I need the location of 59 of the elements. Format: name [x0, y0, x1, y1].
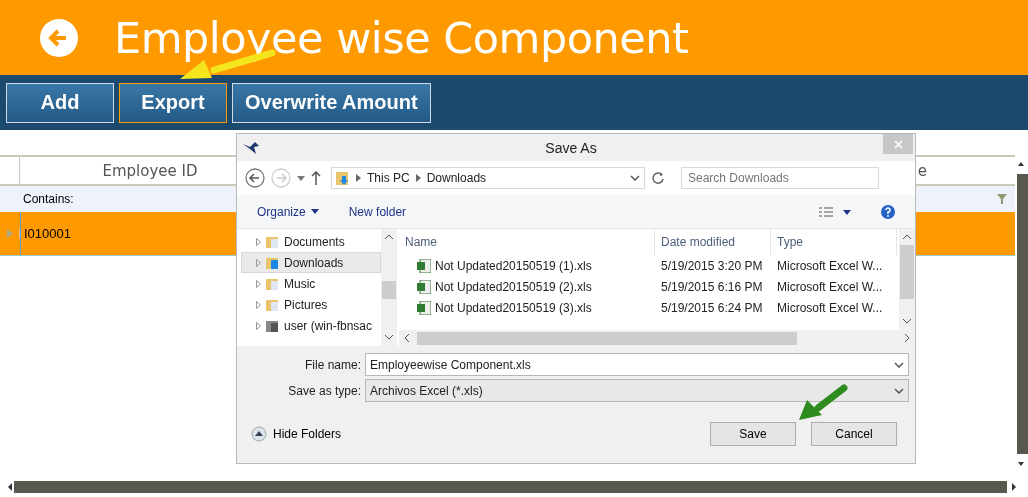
scroll-right-icon[interactable] — [903, 333, 911, 343]
chevron-down-icon[interactable] — [630, 175, 640, 181]
pointer-arrow — [798, 383, 848, 421]
scrollbar[interactable] — [381, 229, 397, 346]
nav-item[interactable]: Music — [241, 273, 381, 294]
nav-item[interactable]: Documents — [241, 231, 381, 252]
expand-icon[interactable] — [256, 258, 261, 267]
field-label: Save as type: — [287, 383, 362, 398]
spreadsheet-icon — [417, 279, 431, 294]
scroll-left-icon[interactable] — [403, 333, 411, 343]
caret-icon[interactable] — [297, 175, 305, 181]
spreadsheet-icon — [417, 300, 431, 315]
back-icon[interactable] — [245, 168, 265, 188]
expand-icon[interactable] — [256, 237, 261, 246]
spreadsheet-icon — [417, 258, 431, 273]
toolbar-button[interactable]: Overwrite Amount — [232, 82, 431, 123]
file-row[interactable]: Not Updated20150519 (3).xls 5/19/2015 6:24 PM Microsoft Excel W... — [399, 297, 899, 318]
column-header[interactable]: Name — [399, 229, 655, 255]
chevron-down-icon[interactable] — [894, 387, 904, 394]
dialog-title: Save As — [544, 139, 598, 156]
nav-item[interactable]: Downloads — [241, 252, 381, 273]
nav-item[interactable]: Pictures — [241, 294, 381, 315]
file-type-dropdown[interactable]: Archivos Excel (*.xls) — [365, 379, 909, 402]
breadcrumb[interactable]: Downloads — [426, 171, 487, 185]
hide-folders-button[interactable]: Hide Folders — [251, 426, 342, 442]
up-arrow-icon[interactable] — [311, 171, 321, 185]
file-row[interactable]: Not Updated20150519 (2).xls 5/19/2015 6:16 PM Microsoft Excel W... — [399, 276, 899, 297]
caret-icon — [310, 209, 319, 214]
filter-icon[interactable] — [997, 194, 1007, 204]
chevron-icon — [356, 174, 361, 182]
row-indicator-icon — [6, 229, 13, 238]
address-bar[interactable]: This PC Downloads — [331, 167, 645, 189]
expand-icon[interactable] — [256, 321, 261, 330]
search-field[interactable]: Search Downloads — [681, 167, 879, 189]
close-icon — [893, 139, 903, 149]
chevron-down-icon[interactable] — [894, 361, 904, 368]
help-icon[interactable] — [881, 204, 895, 219]
toolbar-button[interactable]: Add — [6, 82, 114, 123]
toolbar-button[interactable]: Export — [119, 82, 227, 123]
collapse-icon — [251, 426, 267, 442]
field-label: File name: — [303, 357, 362, 372]
refresh-icon[interactable] — [651, 171, 665, 185]
view-options-icon[interactable] — [819, 206, 851, 217]
file-row[interactable]: Not Updated20150519 (1).xls 5/19/2015 3:20 PM Microsoft Excel W... — [399, 255, 899, 276]
dialog-button[interactable]: Save — [710, 422, 796, 446]
chevron-icon — [415, 174, 421, 182]
bird-icon — [243, 141, 259, 154]
expand-icon[interactable] — [256, 279, 261, 288]
scrollbar[interactable] — [399, 330, 915, 346]
file-name-field[interactable]: Employeewise Component.xls — [365, 353, 909, 376]
breadcrumb[interactable]: This PC — [367, 171, 410, 185]
page-title: Employee wise Component — [114, 12, 689, 63]
dialog-button[interactable]: Cancel — [811, 422, 897, 446]
column-header[interactable]: Type — [771, 229, 897, 255]
column-header[interactable]: Date modified — [655, 229, 771, 255]
scrollbar[interactable] — [899, 229, 915, 330]
filter-label: Contains: — [22, 192, 74, 206]
expand-icon[interactable] — [256, 300, 261, 309]
nav-item[interactable]: user (win-fbnsac — [241, 315, 381, 336]
